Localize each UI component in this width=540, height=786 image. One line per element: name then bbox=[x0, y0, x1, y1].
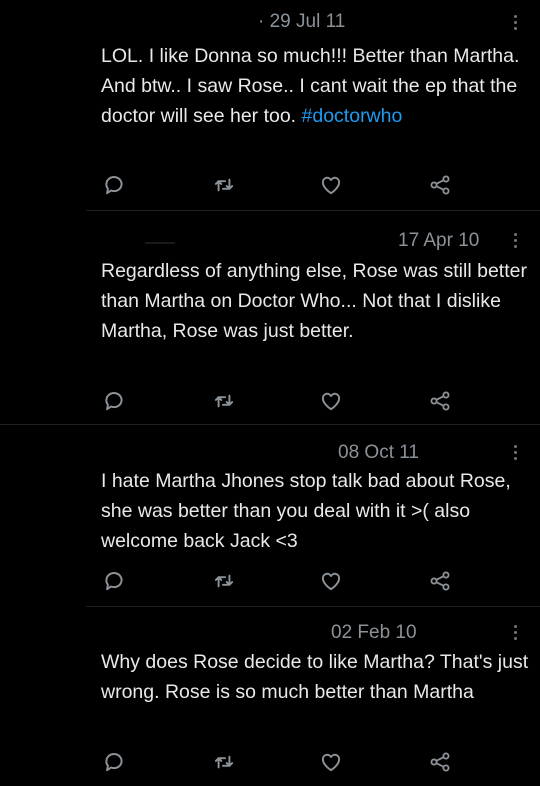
reply-icon[interactable] bbox=[101, 749, 127, 775]
tweet-date: 08 Oct 11 bbox=[338, 442, 419, 463]
tweet-divider bbox=[86, 210, 540, 211]
reply-icon[interactable] bbox=[101, 568, 127, 594]
tweet-1[interactable]: · 29 Jul 11 LOL. I like Donna so much!!!… bbox=[0, 0, 540, 212]
username-redacted bbox=[145, 242, 175, 244]
retweet-icon[interactable] bbox=[211, 388, 237, 414]
tweet-date: · 29 Jul 11 bbox=[258, 11, 346, 32]
tweet-actions bbox=[0, 388, 540, 414]
reply-icon[interactable] bbox=[101, 388, 127, 414]
share-icon[interactable] bbox=[427, 172, 453, 198]
tweet-text: Regardless of anything else, Rose was st… bbox=[101, 260, 527, 342]
reply-icon[interactable] bbox=[101, 172, 127, 198]
like-icon[interactable] bbox=[318, 172, 344, 198]
tweet-actions bbox=[0, 568, 540, 594]
hashtag-link[interactable]: #doctorwho bbox=[302, 105, 403, 127]
share-icon[interactable] bbox=[427, 568, 453, 594]
more-options-icon[interactable] bbox=[512, 233, 518, 253]
like-icon[interactable] bbox=[318, 568, 344, 594]
retweet-icon[interactable] bbox=[211, 749, 237, 775]
tweet-text: LOL. I like Donna so much!!! Better than… bbox=[101, 41, 531, 131]
tweet-4[interactable]: 02 Feb 10 Why does Rose decide to like M… bbox=[0, 607, 540, 786]
more-options-icon[interactable] bbox=[512, 445, 518, 465]
share-icon[interactable] bbox=[427, 388, 453, 414]
tweet-date: 17 Apr 10 bbox=[398, 230, 480, 251]
tweet-actions bbox=[0, 172, 540, 198]
tweet-date: 02 Feb 10 bbox=[331, 622, 417, 643]
tweet-2[interactable]: 17 Apr 10 Regardless of anything else, R… bbox=[0, 212, 540, 425]
more-options-icon[interactable] bbox=[512, 625, 518, 645]
share-icon[interactable] bbox=[427, 749, 453, 775]
retweet-icon[interactable] bbox=[211, 568, 237, 594]
like-icon[interactable] bbox=[318, 388, 344, 414]
tweet-text: I hate Martha Jhones stop talk bad about… bbox=[101, 470, 511, 552]
tweet-text: Why does Rose decide to like Martha? Tha… bbox=[101, 651, 529, 703]
like-icon[interactable] bbox=[318, 749, 344, 775]
tweet-actions bbox=[0, 749, 540, 775]
retweet-icon[interactable] bbox=[211, 172, 237, 198]
tweet-3[interactable]: 08 Oct 11 I hate Martha Jhones stop talk… bbox=[0, 425, 540, 607]
more-options-icon[interactable] bbox=[512, 15, 518, 35]
